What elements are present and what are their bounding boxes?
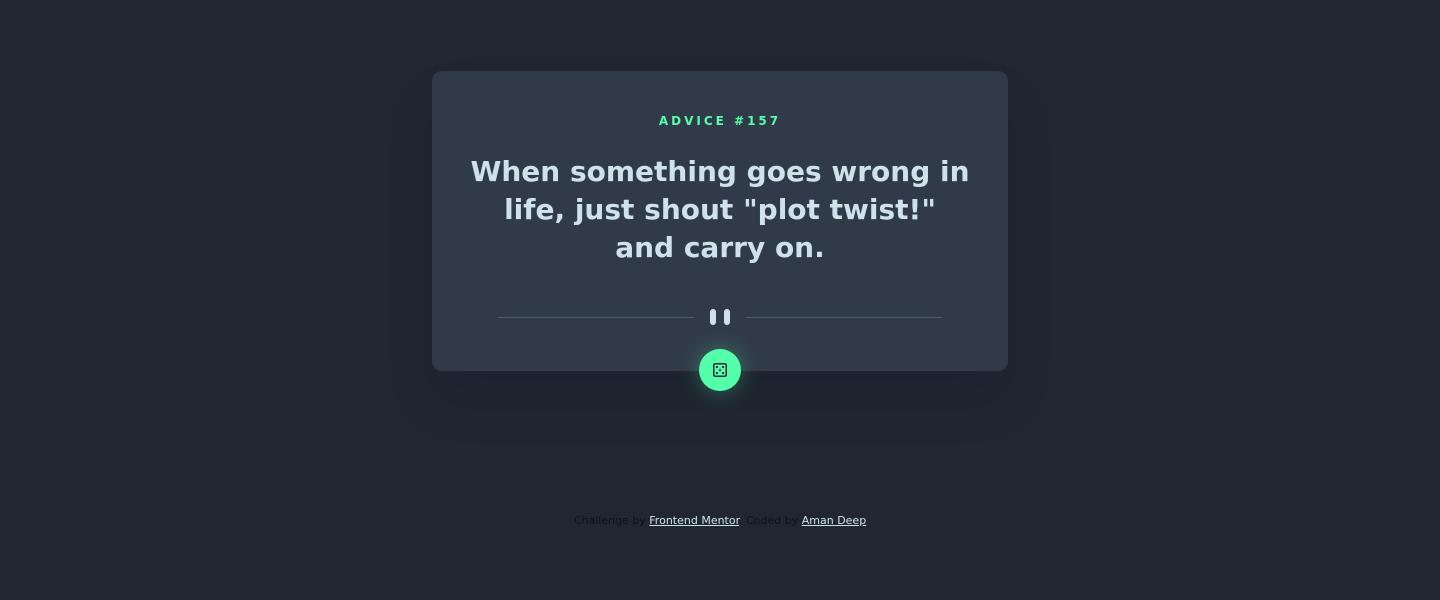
attribution-footer: Challenge by Frontend Mentor. Coded by A… <box>0 514 1440 527</box>
pattern-divider <box>498 309 942 325</box>
divider-line-right <box>746 317 942 318</box>
generate-advice-button[interactable] <box>699 349 741 391</box>
page: ADVICE #157 When something goes wrong in… <box>0 0 1440 600</box>
author-link[interactable]: Aman Deep <box>802 514 866 527</box>
footer-separator: . <box>739 514 743 527</box>
pause-bar-left <box>710 309 716 325</box>
pause-icon <box>710 309 730 325</box>
advice-card: ADVICE #157 When something goes wrong in… <box>432 71 1008 371</box>
dice-icon <box>713 363 727 377</box>
challenge-text: Challenge by <box>573 514 646 527</box>
advice-quote: When something goes wrong in life, just … <box>470 155 970 264</box>
coded-by-text: Coded by <box>746 514 799 527</box>
pause-bar-right <box>724 309 730 325</box>
advice-number: ADVICE #157 <box>658 114 782 128</box>
frontend-mentor-link[interactable]: Frontend Mentor <box>649 514 739 527</box>
divider-line-left <box>498 317 694 318</box>
